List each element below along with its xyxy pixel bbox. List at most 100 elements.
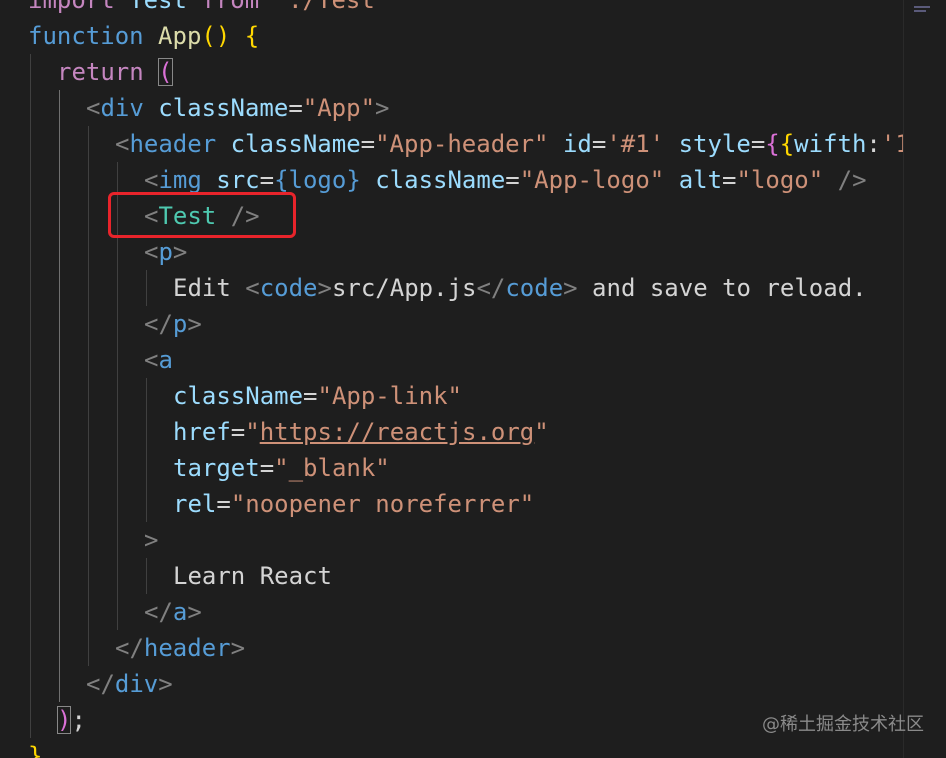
indent-guide (88, 126, 89, 666)
code-token: > (158, 670, 173, 698)
code-token: https://reactjs.org (259, 418, 535, 446)
code-token: img (158, 166, 202, 194)
code-token: src/App.js (331, 274, 477, 302)
indent-guide (30, 54, 31, 738)
code-token: "App-link" (317, 382, 463, 410)
code-token: code (259, 274, 318, 302)
code-token: Learn React (173, 562, 332, 590)
code-token: import (28, 0, 115, 14)
code-token: code (505, 274, 564, 302)
code-token: = (259, 166, 275, 194)
code-token: { (765, 130, 780, 158)
code-token: = (216, 490, 231, 518)
code-editor[interactable]: import Test from './Test' function App() … (0, 0, 946, 758)
code-line[interactable]: </p> (144, 306, 202, 342)
code-line[interactable]: </a> (144, 594, 202, 630)
code-line[interactable]: Edit <code>src/App.js</code> and save to… (173, 270, 867, 306)
code-token: href (173, 418, 231, 446)
code-line[interactable]: </div> (86, 666, 173, 702)
code-token: a (172, 598, 188, 626)
code-token: ; (71, 706, 86, 734)
code-line[interactable]: } (28, 738, 42, 758)
code-token: {logo} (274, 166, 361, 194)
code-line[interactable]: className="App-link" (173, 378, 462, 414)
code-line[interactable]: <header className="App-header" id='#1' s… (115, 126, 910, 162)
code-token: className (230, 130, 361, 158)
code-token: ( (158, 58, 173, 86)
code-token: { (244, 22, 260, 50)
code-token: = (360, 130, 376, 158)
code-token: target (173, 454, 260, 482)
code-line[interactable]: rel="noopener noreferrer" (173, 486, 534, 522)
code-token: id (562, 130, 592, 158)
code-token: </ (476, 274, 506, 302)
code-line[interactable]: function App() { (28, 18, 259, 54)
code-token: < (86, 94, 101, 122)
code-token: div (100, 94, 144, 122)
code-token: /> (837, 166, 867, 194)
code-token: src (216, 166, 260, 194)
code-token: a (158, 346, 173, 374)
code-line[interactable]: > (144, 522, 158, 558)
code-token: className (375, 166, 506, 194)
code-token: = (505, 166, 520, 194)
code-line[interactable]: Learn React (173, 558, 332, 594)
code-token: and save to reload. (577, 274, 867, 302)
code-line[interactable]: return ( (57, 54, 173, 90)
code-token: = (259, 454, 275, 482)
code-token: "_blank" (274, 454, 390, 482)
code-line[interactable]: <p> (144, 234, 187, 270)
code-line[interactable]: href="https://reactjs.org" (173, 414, 549, 450)
code-token: Edit (173, 274, 231, 302)
code-token: { (779, 130, 795, 158)
code-token: "App-header" (375, 130, 549, 158)
code-token: './Test' (273, 0, 390, 14)
code-token: header (143, 634, 231, 662)
code-token: > (230, 634, 246, 662)
code-token: " (245, 418, 260, 446)
code-line[interactable]: <div className="App"> (86, 90, 389, 126)
code-token: Test (129, 0, 187, 14)
test-component-highlight-box (108, 192, 296, 238)
indent-guide (59, 90, 60, 702)
code-line[interactable]: <a (144, 342, 173, 378)
minimap-line (914, 6, 930, 8)
code-token: </ (115, 634, 144, 662)
code-token: < (144, 346, 159, 374)
code-token: () (201, 22, 231, 50)
code-token: = (303, 382, 318, 410)
code-token: = (230, 418, 246, 446)
code-line[interactable]: import Test from './Test' (28, 0, 389, 18)
code-token: = (591, 130, 607, 158)
code-token: "App-logo" (519, 166, 665, 194)
minimap[interactable] (903, 0, 946, 758)
code-token: p (172, 310, 188, 338)
code-token: </ (144, 310, 173, 338)
code-token: "App" (302, 94, 376, 122)
code-token: : (866, 130, 881, 158)
code-token: rel (173, 490, 217, 518)
code-token: = (750, 130, 766, 158)
code-token: > (144, 526, 159, 554)
code-token: < (144, 238, 159, 266)
code-token: function (28, 22, 144, 50)
code-line[interactable]: target="_blank" (173, 450, 390, 486)
code-token: alt (678, 166, 723, 194)
code-token: return (57, 58, 144, 86)
code-line[interactable]: ); (57, 702, 86, 738)
code-line[interactable]: </header> (115, 630, 245, 666)
code-token: "logo" (736, 166, 824, 194)
watermark-text: @稀土掘金技术社区 (762, 714, 924, 735)
